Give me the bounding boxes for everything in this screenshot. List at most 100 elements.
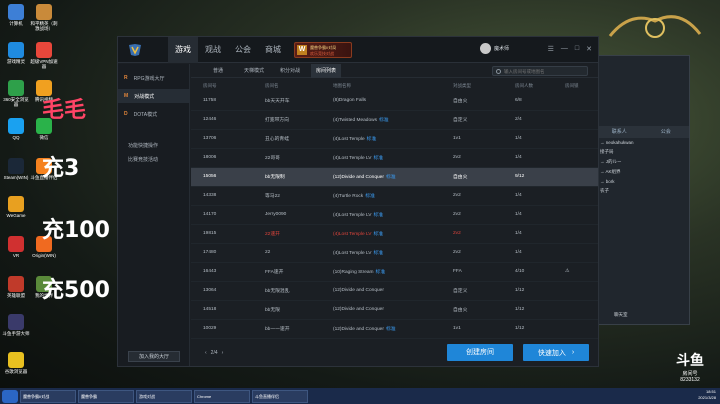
- table-row[interactable]: 14338 等马22 (4)Turtle Rock 标准 2v2 1/4: [191, 186, 598, 206]
- close-icon[interactable]: ✕: [586, 45, 592, 53]
- room-id-cell-text: 13064: [203, 288, 217, 293]
- maximize-icon[interactable]: □: [575, 45, 579, 53]
- avatar[interactable]: [480, 43, 491, 54]
- table-row[interactable]: 13706 丑心的青蛙 (4)Lost Temple 标准 1v1 1/4: [191, 129, 598, 149]
- player-count-cell: 1/4: [503, 205, 553, 225]
- battle-type-cell: 自定义: [441, 281, 503, 301]
- table-row[interactable]: 17480 22 (4)Lost Temple LV 标准 2v2 1/4: [191, 243, 598, 263]
- quick-join-label: 快速加入: [537, 349, 566, 357]
- tab-guild[interactable]: 公会: [643, 126, 690, 138]
- start-button[interactable]: [2, 389, 18, 403]
- nav-guild[interactable]: 公会: [228, 37, 258, 63]
- taskbar-item[interactable]: 魔兽争霸: [78, 389, 134, 403]
- map-name-cell-text: (4)Lost Temple LV: [333, 251, 372, 256]
- map-name-cell-text: (4)Turtle Rock: [333, 194, 364, 199]
- desktop-icon[interactable]: WeGame: [2, 196, 30, 218]
- table-row[interactable]: 12446 打宽带方向 (4)Twisted Meadows 标准 自定义 2/4: [191, 110, 598, 130]
- table-row[interactable]: 15056 bb无限制 (12)Divide and Conquer 标准 自由火 9/1…: [191, 167, 598, 187]
- player-count-cell-text: 9/12: [515, 174, 525, 179]
- table-row[interactable]: 19815 22速开 (4)Lost Temple LV 标准 2v2 1/4: [191, 224, 598, 244]
- create-room-button[interactable]: 创建房间: [447, 344, 513, 361]
- desktop-icon[interactable]: 和平精英（刺激战场）: [30, 4, 58, 31]
- desktop-icon[interactable]: VR: [2, 236, 30, 258]
- user-area[interactable]: 魔术师: [480, 43, 509, 54]
- menu-icon[interactable]: ☰: [548, 45, 554, 53]
- tab-ladder[interactable]: 天梯模式: [239, 64, 269, 78]
- tab-normal[interactable]: 普通: [203, 64, 233, 78]
- map-name-cell-text: (12)Divide and Conquer: [333, 175, 384, 180]
- watermark-sub: 房间号: [682, 371, 698, 377]
- username: 魔术师: [494, 46, 510, 52]
- map-name-cell: (12)Divide and Conquer 标准: [321, 167, 441, 187]
- map-name-cell: (12)Divide and Conquer: [321, 300, 441, 320]
- taskbar-item[interactable]: Chrome: [194, 389, 250, 403]
- battle-type-cell-text: 2v2: [453, 155, 461, 160]
- sidebar-item-battle[interactable]: M 对战模式: [118, 89, 190, 103]
- sidebar-item-rpg[interactable]: R RPG游戏大厅: [118, 71, 190, 85]
- map-tag: 标准: [366, 137, 377, 142]
- room-id-cell: 18006: [191, 148, 253, 168]
- table-row[interactable]: 14170 Jerry0090 (4)Lost Temple LV 标准 2v2 1/4: [191, 205, 598, 225]
- chevron-right-icon: ›: [571, 349, 575, 356]
- col-lock[interactable]: 房间锁: [553, 81, 598, 91]
- room-id-cell-text: 12446: [203, 117, 217, 122]
- table-row[interactable]: 13064 bb无限混乱 (12)Divide and Conquer 自定义 1/12: [191, 281, 598, 301]
- table-row[interactable]: 14518 bb无限 (12)Divide and Conquer 自由火 1/12: [191, 300, 598, 320]
- col-room-id[interactable]: 房间号: [191, 81, 253, 91]
- desktop-icon[interactable]: Steam(WIN): [2, 158, 30, 180]
- battle-type-cell-text: 自定义: [453, 289, 468, 294]
- lock-cell: ⚠: [553, 262, 598, 282]
- col-count[interactable]: 房间人数: [503, 81, 553, 91]
- search-input[interactable]: [504, 68, 584, 74]
- search-box[interactable]: [492, 66, 588, 76]
- join-lobby-button[interactable]: 加入我的大厅: [128, 351, 180, 362]
- table-row[interactable]: 18006 22哥哥 (4)Lost Temple LV 标准 2v2 1/4: [191, 148, 598, 168]
- banner-logo: W: [297, 45, 307, 55]
- chat-footer[interactable]: 聊天室: [610, 310, 632, 320]
- nav-game[interactable]: 游戏: [168, 37, 198, 63]
- tab-contacts[interactable]: 联系人: [596, 126, 643, 138]
- room-id-cell: 14170: [191, 205, 253, 225]
- nav-spectate[interactable]: 观战: [198, 37, 228, 63]
- nav-store[interactable]: 商城: [258, 37, 288, 63]
- desktop-icon[interactable]: 斗鱼手游大师: [2, 314, 30, 336]
- col-map[interactable]: 地图名称: [321, 81, 441, 91]
- player-count-cell: 4/10: [503, 262, 553, 282]
- map-name-cell: (12)Divide and Conquer 标准: [321, 319, 441, 339]
- desktop-icon[interactable]: QQ: [2, 118, 30, 140]
- desktop-icon[interactable]: 超级VPN加速器: [30, 42, 58, 69]
- desktop-icon[interactable]: 游戏精灵: [2, 42, 30, 64]
- battle-type-cell: 自由火: [441, 300, 503, 320]
- table-row[interactable]: 11758 bb天天开车 (8)Dragon Falls 自由火 6/8: [191, 91, 598, 111]
- prev-page-icon[interactable]: ‹: [205, 350, 207, 356]
- sidebar-item-dota[interactable]: D DOTA模式: [118, 107, 190, 121]
- desktop-icon[interactable]: 360安全浏览器: [2, 80, 30, 107]
- table-row[interactable]: 16443 FFA速开 (10)Raging Stream 标准 FFA 4/10 ⚠: [191, 262, 598, 282]
- col-type[interactable]: 对战类型: [441, 81, 503, 91]
- desktop-icons: 计算机 和平精英（刺激战场） 游戏精灵 超级VPN加速器 360安全浏览器 腾讯…: [0, 0, 60, 390]
- taskbar-item[interactable]: 魔兽争霸II对战: [20, 389, 76, 403]
- table-row[interactable]: 10029 bb一一速开 (12)Divide and Conquer 标准 1v1 1/…: [191, 319, 598, 339]
- clock[interactable]: 18:51 2021/3/28: [698, 389, 716, 401]
- desktop-icon[interactable]: 谷歌浏览器: [2, 352, 30, 374]
- battle-type-cell-text: FFA: [453, 269, 462, 274]
- player-count-cell: 1/12: [503, 281, 553, 301]
- search-icon: [496, 68, 501, 74]
- lock-cell: [553, 148, 598, 168]
- quick-join-button[interactable]: 快速加入 ›: [523, 344, 589, 361]
- room-id-cell-text: 16443: [203, 269, 217, 274]
- tab-points[interactable]: 积分对战: [275, 64, 305, 78]
- player-count-cell-text: 1/12: [515, 326, 525, 331]
- sidebar-item-shortcuts[interactable]: 功能快捷操作: [118, 138, 190, 152]
- taskbar-item[interactable]: 游戏对战: [136, 389, 192, 403]
- taskbar-item[interactable]: 斗鱼直播伴侣: [252, 389, 308, 403]
- sidebar-item-events[interactable]: 比赛竞技活动: [118, 152, 190, 166]
- desktop-icon[interactable]: 计算机: [2, 4, 30, 26]
- promo-banner[interactable]: W 魔兽争霸II对局 欢乐竞技对战: [294, 42, 352, 58]
- room-name-cell-text: bb无限混乱: [265, 289, 290, 294]
- next-page-icon[interactable]: ›: [222, 350, 224, 356]
- desktop-icon[interactable]: 英雄联盟: [2, 276, 30, 298]
- minimize-icon[interactable]: —: [561, 45, 568, 53]
- tab-room-list[interactable]: 房间列表: [311, 63, 341, 78]
- col-room-name[interactable]: 房间名: [253, 81, 321, 91]
